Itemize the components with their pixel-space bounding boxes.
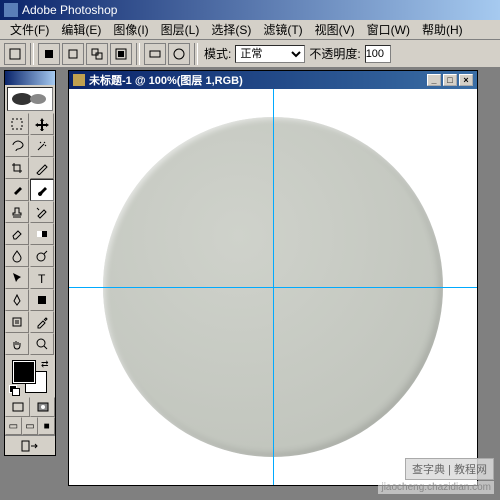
heal-tool-icon[interactable]: [5, 179, 29, 201]
quickmask-mode-icon[interactable]: [30, 397, 55, 417]
color-swatches: ⇄: [5, 355, 55, 397]
option-btn-4[interactable]: [110, 43, 132, 65]
tool-preset-icon[interactable]: [4, 43, 26, 65]
shape-tool-icon[interactable]: [30, 289, 54, 311]
mode-label: 模式:: [204, 45, 231, 62]
separator: [194, 43, 198, 65]
mode-select[interactable]: 正常: [235, 45, 305, 63]
crop-tool-icon[interactable]: [5, 157, 29, 179]
pen-tool-icon[interactable]: [5, 289, 29, 311]
svg-text:T: T: [38, 272, 46, 285]
path-select-icon[interactable]: [5, 267, 29, 289]
close-icon[interactable]: ×: [459, 74, 473, 86]
menu-help[interactable]: 帮助(H): [416, 19, 469, 40]
tools-grid: T: [5, 113, 55, 355]
history-brush-icon[interactable]: [30, 201, 54, 223]
stamp-tool-icon[interactable]: [5, 201, 29, 223]
maximize-icon[interactable]: □: [443, 74, 457, 86]
hand-tool-icon[interactable]: [5, 333, 29, 355]
wand-tool-icon[interactable]: [30, 135, 54, 157]
menu-filter[interactable]: 滤镜(T): [257, 19, 308, 40]
toolbox: T ⇄ ▭ ▭ ■: [4, 70, 56, 456]
option-btn-2[interactable]: [62, 43, 84, 65]
foreground-color[interactable]: [13, 361, 35, 383]
horizontal-guide[interactable]: [69, 287, 477, 288]
document-icon: [73, 74, 85, 86]
option-btn-6[interactable]: [168, 43, 190, 65]
menu-layer[interactable]: 图层(L): [155, 19, 206, 40]
type-tool-icon[interactable]: T: [30, 267, 54, 289]
watermark-brand: 查字典 | 教程网: [405, 458, 494, 480]
document-titlebar[interactable]: 未标题-1 @ 100%(图层 1,RGB) _ □ ×: [69, 71, 477, 89]
eraser-tool-icon[interactable]: [5, 223, 29, 245]
opacity-input[interactable]: [365, 45, 391, 63]
swap-colors-icon[interactable]: ⇄: [41, 359, 51, 369]
workspace: T ⇄ ▭ ▭ ■ 未标题-1 @ 100%(图层 1,RGB): [0, 68, 500, 500]
menubar: 文件(F) 编辑(E) 图像(I) 图层(L) 选择(S) 滤镜(T) 视图(V…: [0, 20, 500, 40]
opacity-label: 不透明度:: [309, 45, 360, 62]
toolbox-titlebar[interactable]: [5, 71, 55, 85]
screen-menubar-icon[interactable]: ▭: [22, 417, 39, 435]
standard-mode-icon[interactable]: [5, 397, 30, 417]
marquee-tool-icon[interactable]: [5, 113, 29, 135]
dodge-tool-icon[interactable]: [30, 245, 54, 267]
notes-tool-icon[interactable]: [5, 311, 29, 333]
default-colors-icon[interactable]: [9, 385, 19, 395]
app-icon: [4, 3, 18, 17]
app-title: Adobe Photoshop: [22, 3, 117, 17]
slice-tool-icon[interactable]: [30, 157, 54, 179]
gradient-tool-icon[interactable]: [30, 223, 54, 245]
option-btn-1[interactable]: [38, 43, 60, 65]
zoom-tool-icon[interactable]: [30, 333, 54, 355]
app-titlebar: Adobe Photoshop: [0, 0, 500, 20]
brush-tool-icon[interactable]: [30, 179, 54, 201]
screen-full-icon[interactable]: ■: [38, 417, 55, 435]
option-btn-5[interactable]: [144, 43, 166, 65]
canvas[interactable]: [69, 89, 477, 485]
minimize-icon[interactable]: _: [427, 74, 441, 86]
watermark-site: jiaocheng.chazidian.com: [378, 481, 494, 494]
lasso-tool-icon[interactable]: [5, 135, 29, 157]
document-window: 未标题-1 @ 100%(图层 1,RGB) _ □ ×: [68, 70, 478, 486]
jump-to-icon[interactable]: [5, 435, 55, 455]
menu-window[interactable]: 窗口(W): [361, 19, 416, 40]
eyedropper-tool-icon[interactable]: [30, 311, 54, 333]
separator: [136, 43, 140, 65]
separator: [30, 43, 34, 65]
option-btn-3[interactable]: [86, 43, 108, 65]
blur-tool-icon[interactable]: [5, 245, 29, 267]
document-title: 未标题-1 @ 100%(图层 1,RGB): [89, 72, 243, 88]
menu-view[interactable]: 视图(V): [309, 19, 361, 40]
screen-standard-icon[interactable]: ▭: [5, 417, 22, 435]
brush-preview[interactable]: [7, 87, 53, 111]
options-bar: 模式: 正常 不透明度:: [0, 40, 500, 68]
menu-edit[interactable]: 编辑(E): [55, 19, 107, 40]
menu-select[interactable]: 选择(S): [205, 19, 257, 40]
move-tool-icon[interactable]: [30, 113, 54, 135]
menu-file[interactable]: 文件(F): [4, 19, 55, 40]
menu-image[interactable]: 图像(I): [107, 19, 154, 40]
